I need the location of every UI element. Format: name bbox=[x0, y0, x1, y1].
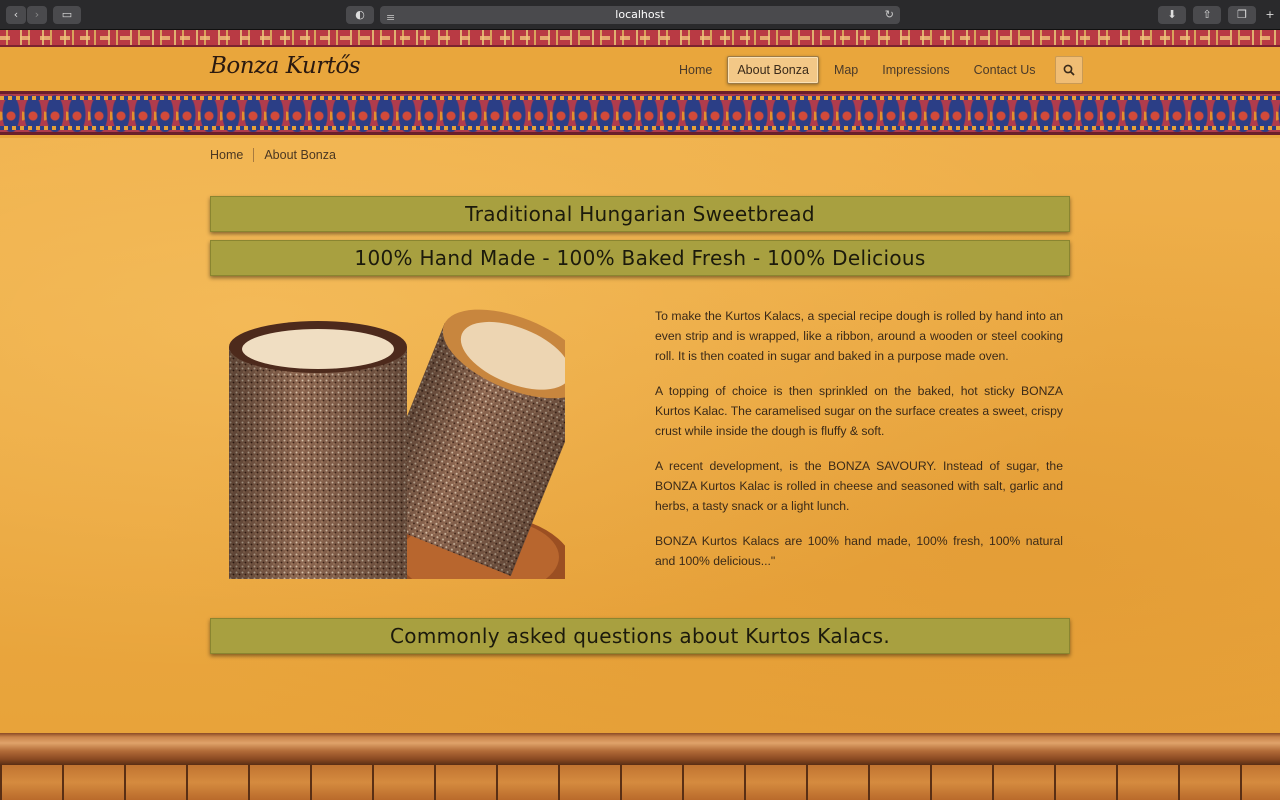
wooden-shelf bbox=[0, 733, 1280, 765]
breadcrumb: Home About Bonza bbox=[210, 148, 336, 162]
forward-button[interactable]: › bbox=[27, 6, 47, 24]
site-header: Bonza Kurtős Home About Bonza Map Impres… bbox=[0, 49, 1280, 91]
new-tab-button[interactable]: + bbox=[1262, 6, 1278, 24]
faq-banner: Commonly asked questions about Kurtos Ka… bbox=[210, 618, 1070, 654]
nav-home[interactable]: Home bbox=[670, 57, 721, 83]
search-button[interactable] bbox=[1054, 56, 1083, 84]
nav-contact-us[interactable]: Contact Us bbox=[965, 57, 1045, 83]
about-paragraph: BONZA Kurtos Kalacs are 100% hand made, … bbox=[655, 534, 1063, 568]
breadcrumb-home[interactable]: Home bbox=[210, 148, 243, 162]
nav-map[interactable]: Map bbox=[825, 57, 867, 83]
main-nav: Home About Bonza Map Impressions Contact… bbox=[670, 55, 1083, 85]
kurtos-kalacs-photo bbox=[229, 309, 565, 579]
title-banner: Traditional Hungarian Sweetbread bbox=[210, 196, 1070, 232]
nav-about-bonza[interactable]: About Bonza bbox=[727, 56, 819, 84]
folk-pattern-border bbox=[0, 91, 1280, 135]
breadcrumb-current: About Bonza bbox=[264, 148, 336, 162]
url-text: localhost bbox=[615, 8, 665, 21]
about-paragraph: To make the Kurtos Kalacs, a special rec… bbox=[655, 309, 1063, 363]
wooden-planks bbox=[0, 765, 1280, 800]
about-paragraph: A recent development, is the BONZA SAVOU… bbox=[655, 459, 1063, 513]
share-button[interactable]: ⇧ bbox=[1193, 6, 1221, 24]
breadcrumb-separator bbox=[253, 148, 255, 162]
main-content: Home About Bonza Traditional Hungarian S… bbox=[0, 138, 1280, 733]
privacy-icon[interactable]: ◐ bbox=[346, 6, 374, 24]
address-bar[interactable]: ≡ localhost ↻ bbox=[380, 6, 900, 24]
subtitle-banner: 100% Hand Made - 100% Baked Fresh - 100%… bbox=[210, 240, 1070, 276]
top-meander-border bbox=[0, 30, 1280, 47]
back-button[interactable]: ‹ bbox=[6, 6, 26, 24]
sidebar-toggle-button[interactable]: ▭ bbox=[53, 6, 81, 24]
nav-impressions[interactable]: Impressions bbox=[873, 57, 958, 83]
about-paragraph: A topping of choice is then sprinkled on… bbox=[655, 384, 1063, 438]
download-button[interactable]: ⬇ bbox=[1158, 6, 1186, 24]
site-logo[interactable]: Bonza Kurtős bbox=[210, 53, 361, 79]
reload-icon[interactable]: ↻ bbox=[885, 6, 894, 24]
reader-icon[interactable]: ≡ bbox=[386, 9, 395, 27]
about-text: To make the Kurtos Kalacs, a special rec… bbox=[655, 306, 1063, 586]
browser-toolbar: ‹ › ▭ ◐ ≡ localhost ↻ ⬇ ⇧ ❐ + bbox=[0, 0, 1280, 30]
search-icon bbox=[1063, 64, 1075, 76]
tabs-button[interactable]: ❐ bbox=[1228, 6, 1256, 24]
